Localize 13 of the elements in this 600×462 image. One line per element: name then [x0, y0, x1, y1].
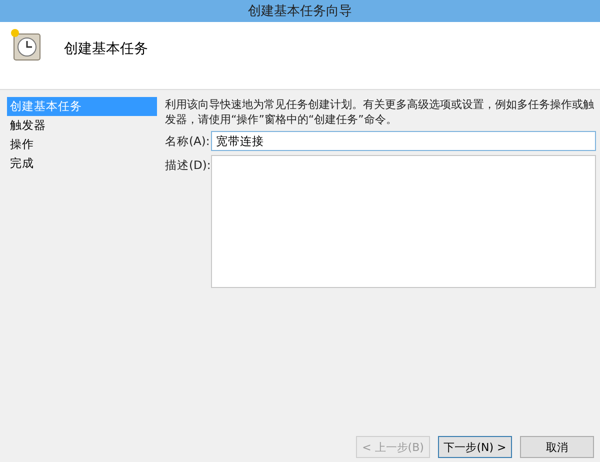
name-label: 名称(A): [165, 133, 207, 149]
intro-text: 利用该向导快速地为常见任务创建计划。有关更多高级选项或设置，例如多任务操作或触发器，请使用“操作”窗格中的“创建任务”命令。 [165, 97, 595, 127]
wizard-heading: 创建基本任务 [64, 40, 148, 58]
window-title: 创建基本任务向导 [248, 3, 352, 20]
clock-icon [10, 28, 42, 62]
wizard-step[interactable]: 触发器 [7, 116, 157, 135]
name-field[interactable]: 宽带连接 [211, 131, 596, 151]
wizard-step[interactable]: 操作 [7, 135, 157, 154]
wizard-button[interactable]: 下一步(N) > [438, 436, 512, 458]
description-label: 描述(D): [165, 157, 207, 173]
description-field[interactable] [211, 155, 596, 288]
wizard-step[interactable]: 完成 [7, 154, 157, 173]
wizard-button[interactable]: 取消 [520, 436, 594, 458]
